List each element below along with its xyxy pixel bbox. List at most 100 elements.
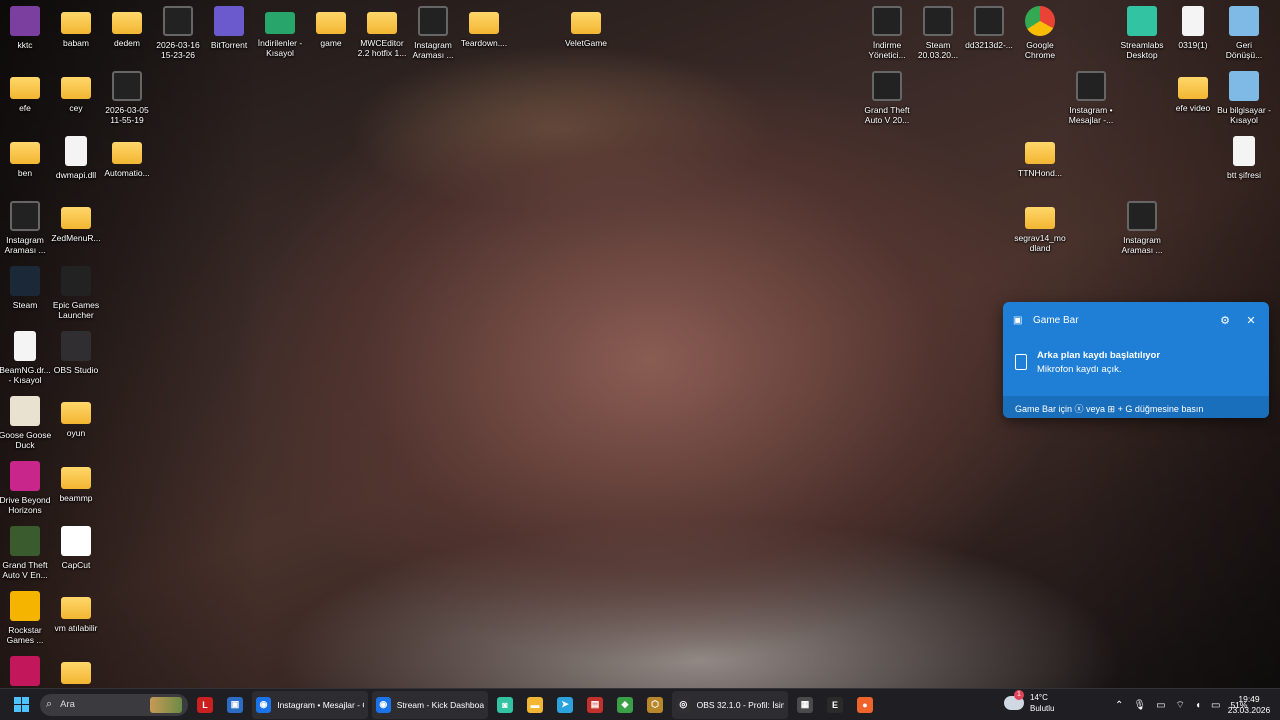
desktop-icon[interactable]: dedem: [100, 6, 154, 48]
taskbar-app-button[interactable]: ◎ OBS 32.1.0 - Profil: İsims: [672, 690, 788, 719]
desktop-icon[interactable]: Epic Games Launcher: [49, 266, 103, 320]
desktop-icon[interactable]: Instagram Araması ...: [406, 6, 460, 60]
desktop-icon[interactable]: Steam: [0, 266, 52, 310]
battery-icon[interactable]: ▭: [1211, 700, 1220, 711]
desktop-icon[interactable]: Teardown....: [457, 6, 511, 48]
desktop-icon[interactable]: ZedMenuR...: [49, 201, 103, 243]
desktop-icon[interactable]: cey: [49, 71, 103, 113]
desktop-icon[interactable]: İndirme Yönetici...: [860, 6, 914, 60]
folder-icon: [61, 662, 91, 684]
notification-close-button[interactable]: ✕: [1243, 314, 1259, 327]
taskbar-app-button[interactable]: ⬡: [642, 691, 668, 719]
desktop-icon-label: ben: [17, 168, 33, 178]
desktop-icon[interactable]: MWCEditor 2.2 hotfix 1...: [355, 6, 409, 58]
desktop-icon[interactable]: Bu bilgisayar - Kısayol: [1217, 71, 1271, 125]
desktop-icon[interactable]: Drive Beyond Horizons: [0, 461, 52, 515]
recording-icon: [1015, 354, 1027, 370]
desktop-icon[interactable]: Geri Dönüşü...: [1217, 6, 1271, 60]
start-button[interactable]: [6, 690, 36, 720]
desktop-icon[interactable]: TTNHond...: [1013, 136, 1067, 178]
text-file-icon: [1233, 136, 1255, 166]
desktop-icon[interactable]: 0319(1): [1166, 6, 1220, 50]
desktop-icon[interactable]: 2026-03-05 11-55-19: [100, 71, 154, 125]
desktop-icon[interactable]: dwmapi.dll: [49, 136, 103, 180]
desktop-icon-label: segrav14_mo dland: [1014, 233, 1066, 253]
desktop-icon[interactable]: Automatio...: [100, 136, 154, 178]
desktop-icon-label: dwmapi.dll: [55, 170, 97, 180]
desktop-icon[interactable]: btt şifresi: [1217, 136, 1271, 180]
volume-icon[interactable]: ◖: [1195, 700, 1201, 711]
desktop-icon[interactable]: oyun: [49, 396, 103, 438]
desktop-icon[interactable]: VeletGame: [559, 6, 613, 48]
video-file-icon: [163, 6, 193, 36]
desktop-icon[interactable]: dd3213d2-...: [962, 6, 1016, 50]
display-icon[interactable]: ▭: [1156, 700, 1165, 711]
desktop-icon[interactable]: kktc: [0, 6, 52, 50]
desktop-icon-label: Streamlabs Desktop: [1120, 40, 1164, 60]
taskbar-app-button[interactable]: ▬: [522, 691, 548, 719]
desktop-icon[interactable]: vm atılabilir: [49, 591, 103, 633]
desktop-icon[interactable]: babam: [49, 6, 103, 48]
tray-chevron-icon[interactable]: ⌃: [1115, 700, 1123, 711]
taskbar-app-button[interactable]: ➤: [552, 691, 578, 719]
desktop-icon[interactable]: game: [304, 6, 358, 48]
desktop-icon[interactable]: Grand Theft Auto V En...: [0, 526, 52, 580]
taskbar-app-button[interactable]: ▦: [792, 691, 818, 719]
taskbar-search-box[interactable]: ⌕ Ara: [40, 693, 188, 716]
game-bar-notification[interactable]: ▣ Game Bar ⚙ ✕ Arka plan kaydı başlatılı…: [1003, 302, 1269, 418]
windows-logo-icon: [13, 697, 29, 712]
media-file-icon: [1182, 6, 1204, 36]
store-icon: ▣: [227, 696, 243, 713]
desktop-icon[interactable]: Instagram Araması ...: [0, 201, 52, 255]
taskbar-app-button[interactable]: ◉ Stream - Kick Dashboard: [372, 690, 488, 719]
desktop-icon[interactable]: Instagram • Mesajlar -...: [1064, 71, 1118, 125]
desktop-icon-label: Geri Dönüşü...: [1225, 40, 1263, 60]
taskbar-app-button[interactable]: ◆: [612, 691, 638, 719]
notification-body: Arka plan kaydı başlatılıyor Mikrofon ka…: [1015, 350, 1259, 375]
microphone-icon[interactable]: 🎙: [1133, 700, 1146, 711]
desktop-icon[interactable]: segrav14_mo dland: [1013, 201, 1067, 253]
desktop-icon-label: Steam: [12, 300, 38, 310]
chrome-icon: [1025, 6, 1055, 36]
desktop-icon[interactable]: [49, 656, 103, 688]
desktop-icon[interactable]: Grand Theft Auto V 20...: [860, 71, 914, 125]
desktop-icon[interactable]: efe: [0, 71, 52, 113]
desktop-icon-label: BeamNG.dr... - Kısayol: [0, 365, 51, 385]
desktop-icon[interactable]: OBS Studio: [49, 331, 103, 375]
desktop-icon[interactable]: [0, 656, 52, 690]
desktop-icon[interactable]: BitTorrent: [202, 6, 256, 50]
taskbar-app-button[interactable]: ▤: [582, 691, 608, 719]
computer-icon: [1229, 71, 1259, 101]
desktop-icon[interactable]: 2026-03-16 15-23-26: [151, 6, 205, 60]
taskbar-app-button[interactable]: ●: [852, 691, 878, 719]
desktop-icon[interactable]: İndirilenler - Kısayol: [253, 6, 307, 58]
file-explorer-icon: ▬: [527, 696, 543, 713]
notification-header: ▣ Game Bar ⚙ ✕: [1013, 312, 1259, 328]
taskbar-clock[interactable]: 19:49 23.03.2026: [1222, 694, 1276, 716]
taskbar-app-button[interactable]: L: [192, 691, 218, 719]
notification-settings-button[interactable]: ⚙: [1217, 314, 1233, 327]
desktop-icon[interactable]: Google Chrome: [1013, 6, 1067, 60]
taskbar-app-button[interactable]: ◉ Instagram • Mesajlar - C: [252, 690, 368, 719]
desktop-icon[interactable]: Steam 20.03.20...: [911, 6, 965, 60]
desktop-icon[interactable]: Streamlabs Desktop: [1115, 6, 1169, 60]
desktop-icon[interactable]: Instagram Araması ...: [1115, 201, 1169, 255]
video-file-icon: [872, 71, 902, 101]
desktop-icon-label: BitTorrent: [210, 40, 248, 50]
taskbar-app-button[interactable]: E: [822, 691, 848, 719]
desktop-icon[interactable]: beammp: [49, 461, 103, 503]
network-icon[interactable]: ⌔: [1176, 699, 1185, 712]
desktop-icon[interactable]: Rockstar Games ...: [0, 591, 52, 645]
clock-time: 19:49: [1238, 694, 1260, 704]
weather-widget[interactable]: 1 14°C Bulutlu: [1004, 690, 1055, 714]
desktop-icon[interactable]: efe video: [1166, 71, 1220, 113]
streamlabs-icon: [1127, 6, 1157, 36]
desktop-icon[interactable]: BeamNG.dr... - Kısayol: [0, 331, 52, 385]
desktop-icon[interactable]: Goose Goose Duck: [0, 396, 52, 450]
weather-description: Bulutlu: [1030, 704, 1055, 713]
desktop-icon[interactable]: ben: [0, 136, 52, 178]
taskbar-app-button[interactable]: ◙: [492, 691, 518, 719]
desktop-icon[interactable]: CapCut: [49, 526, 103, 570]
search-icon: ⌕: [46, 698, 53, 710]
taskbar-app-button[interactable]: ▣: [222, 691, 248, 719]
